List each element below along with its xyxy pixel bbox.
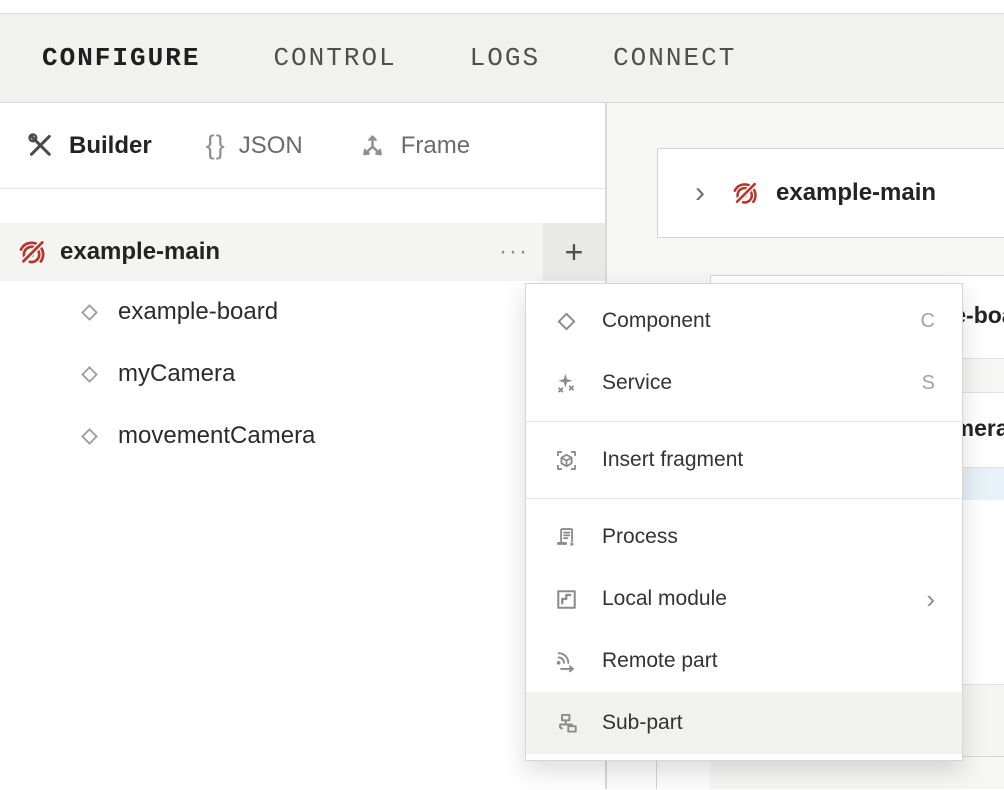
browser-gap (0, 0, 1004, 14)
menu-item-insert-fragment[interactable]: Insert fragment (526, 429, 962, 491)
menu-item-label: Sub-part (602, 711, 683, 735)
tree-item-label: movementCamera (118, 422, 315, 450)
menu-item-process[interactable]: Process (526, 506, 962, 568)
component-diamond-icon (553, 308, 580, 335)
menu-shortcut: S (922, 372, 935, 395)
tree-item-label: example-board (118, 298, 278, 326)
add-resource-button[interactable]: + (543, 223, 605, 281)
config-sidebar: Builder {} JSON Frame (0, 103, 607, 789)
nav-tab-logs[interactable]: LOGS (470, 43, 540, 73)
menu-item-label: Local module (602, 587, 727, 611)
view-mode-tabs: Builder {} JSON Frame (0, 103, 605, 189)
add-resource-menu: Component C Service S (525, 283, 963, 761)
tree-item-movementcamera[interactable]: movementCamera (0, 405, 605, 467)
tab-frame[interactable]: Frame (357, 130, 470, 161)
main-navbar: CONFIGURE CONTROL LOGS CONNECT (0, 14, 1004, 103)
nav-tab-connect[interactable]: CONNECT (613, 43, 736, 73)
part-header-card[interactable]: › example-main (657, 148, 1004, 238)
nav-tab-control[interactable]: CONTROL (273, 43, 396, 73)
tree-item-example-board[interactable]: example-board (0, 281, 605, 343)
menu-item-label: Insert fragment (602, 448, 743, 472)
more-options-button[interactable]: ··· (485, 223, 543, 281)
menu-item-component[interactable]: Component C (526, 290, 962, 352)
offline-icon (732, 179, 761, 208)
menu-item-label: Process (602, 525, 678, 549)
app-window: CONFIGURE CONTROL LOGS CONNECT Builder (0, 0, 1004, 790)
menu-item-label: Service (602, 371, 672, 395)
frame-axes-icon (357, 130, 388, 161)
tab-json[interactable]: {} JSON (206, 130, 303, 161)
menu-item-label: Remote part (602, 649, 718, 673)
menu-item-local-module[interactable]: Local module › (526, 568, 962, 630)
menu-item-remote-part[interactable]: Remote part (526, 630, 962, 692)
insert-fragment-cube-icon (553, 447, 580, 474)
nav-tab-configure[interactable]: CONFIGURE (42, 43, 200, 73)
tab-json-label: JSON (239, 132, 303, 160)
remote-part-broadcast-icon (553, 648, 580, 675)
menu-item-service[interactable]: Service S (526, 352, 962, 414)
tree-children: example-board myCamera (0, 281, 605, 467)
tree-root-row-example-main[interactable]: example-main ··· + (0, 223, 605, 281)
menu-item-sub-part[interactable]: Sub-part (526, 692, 962, 754)
tree-root-label: example-main (60, 238, 485, 266)
offline-icon (18, 237, 49, 268)
component-diamond-icon (77, 300, 102, 325)
builder-tools-icon (25, 130, 56, 161)
part-header-label: example-main (776, 179, 936, 207)
tab-builder[interactable]: Builder (25, 130, 152, 161)
tree-item-label: myCamera (118, 360, 235, 388)
menu-divider (526, 498, 962, 499)
tab-builder-label: Builder (69, 132, 152, 160)
menu-item-label: Component (602, 309, 711, 333)
braces-icon: {} (206, 130, 226, 161)
submenu-chevron-icon: › (926, 586, 935, 612)
tab-frame-label: Frame (401, 132, 470, 160)
tree-item-mycamera[interactable]: myCamera (0, 343, 605, 405)
sub-part-network-icon (553, 710, 580, 737)
process-script-icon (553, 524, 580, 551)
chevron-right-icon: › (695, 178, 705, 208)
service-sparkles-icon (553, 370, 580, 397)
menu-divider (526, 421, 962, 422)
menu-shortcut: C (921, 310, 935, 333)
component-diamond-icon (77, 424, 102, 449)
local-module-icon (553, 586, 580, 613)
component-diamond-icon (77, 362, 102, 387)
